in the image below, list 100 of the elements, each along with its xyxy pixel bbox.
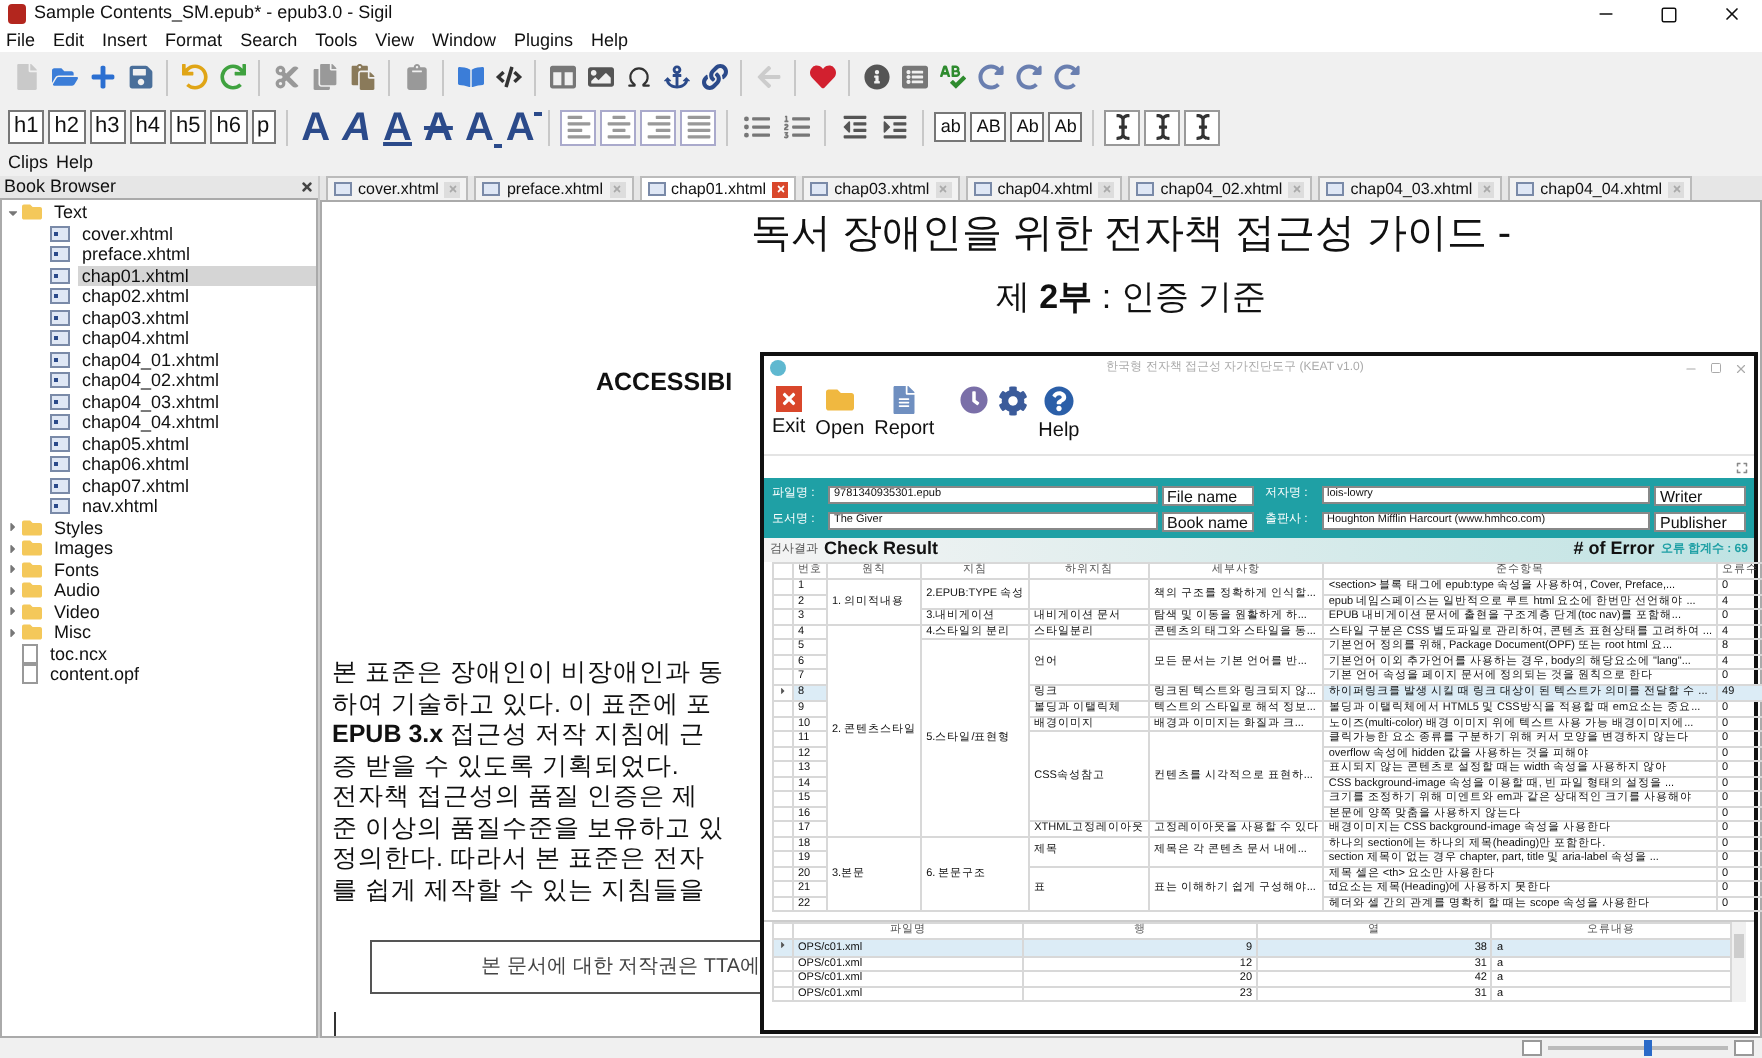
editor-tab[interactable]: preface.xhtml <box>474 176 633 200</box>
tree-item[interactable]: chap04_01.xhtml <box>78 349 224 370</box>
tree-item[interactable]: cover.xhtml <box>78 223 178 244</box>
folder-icon <box>22 622 42 643</box>
text-cursor-icon[interactable] <box>1184 109 1221 145</box>
menu-item[interactable]: View <box>375 30 414 50</box>
expand-icon[interactable] <box>1736 461 1748 473</box>
case-button[interactable]: Ab <box>1048 112 1083 142</box>
tree-item[interactable]: chap03.xhtml <box>78 307 194 328</box>
heading-button[interactable]: h6 <box>210 110 247 144</box>
menu-item[interactable]: File <box>6 30 36 50</box>
heading-button[interactable]: h3 <box>89 110 126 144</box>
maximize-icon[interactable] <box>1660 5 1678 23</box>
toolbar-button[interactable]: Open <box>813 386 867 440</box>
close-tab-icon[interactable] <box>772 181 789 197</box>
close-tab-icon[interactable] <box>609 181 625 197</box>
tree-item[interactable]: chap06.xhtml <box>78 454 194 475</box>
editor-tab[interactable]: chap03.xhtml <box>802 176 960 200</box>
scrollbar[interactable] <box>1732 922 1746 1002</box>
tree-item[interactable]: Fonts <box>50 559 104 580</box>
tree-item[interactable]: chap04.xhtml <box>78 328 194 349</box>
text-style-button[interactable]: A <box>379 107 416 147</box>
tree-item[interactable]: Video <box>50 601 104 622</box>
text-style-button[interactable]: A <box>419 107 457 147</box>
tree-item[interactable]: chap07.xhtml <box>78 475 194 496</box>
case-button[interactable]: AB <box>970 112 1007 142</box>
tree-item[interactable]: toc.ncx <box>46 643 112 664</box>
close-tab-icon[interactable] <box>444 181 461 197</box>
html-file-icon <box>50 225 70 242</box>
menu-item[interactable]: Tools <box>315 30 358 50</box>
editor-tab[interactable]: chap04_04.xhtml <box>1508 176 1693 200</box>
text-style-button[interactable]: A <box>297 107 335 147</box>
link-icon[interactable] <box>696 59 732 95</box>
tree-item[interactable]: Misc <box>50 622 95 643</box>
close-tab-icon[interactable] <box>1668 181 1685 197</box>
expand-arrow-icon[interactable] <box>6 205 22 220</box>
refresh-icon[interactable] <box>972 59 1008 95</box>
close-icon[interactable] <box>1722 4 1742 24</box>
heading-button[interactable]: h4 <box>129 110 166 144</box>
info-icon[interactable] <box>858 59 894 95</box>
close-icon[interactable] <box>300 180 314 194</box>
editor-tab[interactable]: chap04_03.xhtml <box>1318 176 1503 200</box>
toolbar-button[interactable] <box>996 386 1031 416</box>
align-right-icon[interactable] <box>640 109 677 145</box>
tree-item[interactable]: Styles <box>50 517 108 538</box>
tree-item[interactable]: chap01.xhtml <box>77 265 316 286</box>
tree-item[interactable]: preface.xhtml <box>78 244 195 265</box>
menu-item[interactable]: Format <box>165 30 223 50</box>
heading-button[interactable]: h2 <box>48 110 85 144</box>
tree-item[interactable]: Text <box>50 202 92 223</box>
slider-thumb[interactable] <box>1643 1040 1651 1056</box>
tree-item[interactable]: chap04_02.xhtml <box>78 370 224 391</box>
toolbar-button[interactable]: Report <box>872 386 937 440</box>
zoom-reset-button[interactable] <box>1522 1040 1542 1056</box>
menu-item[interactable]: Window <box>431 30 496 50</box>
align-center-icon[interactable] <box>600 109 637 145</box>
align-left-icon[interactable] <box>560 109 597 145</box>
tree-item[interactable]: chap04_03.xhtml <box>78 391 224 412</box>
editor-tab[interactable]: chap01.xhtml <box>639 176 797 200</box>
menu-item[interactable]: Plugins <box>513 30 574 50</box>
menu-item[interactable]: Clips <box>8 150 49 178</box>
tree-item[interactable]: Images <box>50 538 118 559</box>
toolbar-button[interactable]: Help <box>1036 386 1082 442</box>
tree-item[interactable]: nav.xhtml <box>78 496 162 517</box>
close-tab-icon[interactable] <box>1288 181 1305 197</box>
heading-button[interactable]: h5 <box>170 110 207 144</box>
close-tab-icon[interactable] <box>935 181 952 197</box>
text-cursor-icon[interactable] <box>1104 109 1141 145</box>
zoom-in-button[interactable] <box>1734 1040 1754 1056</box>
text-style-button[interactable]: A <box>501 107 539 147</box>
menu-item[interactable]: Help <box>56 150 94 178</box>
menu-item[interactable]: Edit <box>53 30 85 50</box>
editor-tab[interactable]: chap04.xhtml <box>965 176 1123 200</box>
tree-item[interactable]: chap02.xhtml <box>78 286 194 307</box>
case-button[interactable]: Ab <box>1010 112 1045 142</box>
editor-tab[interactable]: cover.xhtml <box>326 176 469 200</box>
toolbar-button[interactable]: Exit <box>770 386 808 438</box>
heading-button[interactable]: p <box>251 110 276 144</box>
heading-button[interactable]: h1 <box>8 110 45 144</box>
text-cursor-icon[interactable] <box>1144 109 1181 145</box>
text-style-button[interactable]: A <box>338 107 376 147</box>
menu-item[interactable]: Insert <box>102 30 148 50</box>
toolbar-button[interactable] <box>958 386 991 414</box>
menu-item[interactable]: Search <box>240 30 298 50</box>
tree-item[interactable]: content.opf <box>46 664 144 685</box>
tree-item[interactable]: chap04_04.xhtml <box>78 412 224 433</box>
text-style-button[interactable]: A <box>460 107 498 147</box>
html-file-icon <box>334 182 352 196</box>
align-justify-icon[interactable] <box>680 109 717 145</box>
redo-icon[interactable] <box>214 59 250 95</box>
error-title: # of Error <box>1573 536 1655 563</box>
refresh-icon[interactable] <box>1048 59 1084 95</box>
menu-item[interactable]: Help <box>591 30 629 50</box>
close-tab-icon[interactable] <box>1098 181 1115 197</box>
close-tab-icon[interactable] <box>1478 181 1495 197</box>
tree-item[interactable]: chap05.xhtml <box>78 433 194 454</box>
tree-item[interactable]: Audio <box>50 580 105 601</box>
editor-tab[interactable]: chap04_02.xhtml <box>1128 176 1313 200</box>
refresh-icon[interactable] <box>1010 59 1046 95</box>
case-button[interactable]: ab <box>934 112 967 142</box>
